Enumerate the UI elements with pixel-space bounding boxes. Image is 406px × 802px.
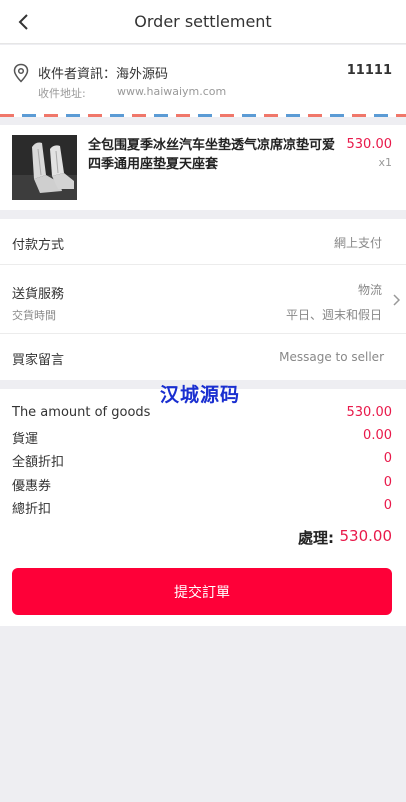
coupon-label: 優惠券 [12,479,52,494]
product-item: 全包围夏季冰丝汽车坐垫透气凉席凉垫可爱四季通用座垫夏天座套 530.00 x1 [0,125,406,210]
product-image [12,135,77,200]
page-title: Order settlement [134,12,272,31]
total-value: 530.00 [339,527,393,545]
delivery-row[interactable]: 送貨服務 物流 交貨時間 平日、週末和假日 [0,265,406,334]
address-card[interactable]: 收件者資訊：海外源码 11111 收件地址: www.haiwaiym.com [0,45,406,117]
address-value: www.haiwaiym.com [117,85,227,98]
goods-amount-label: The amount of goods [12,405,151,420]
freight-value: 0.00 [363,428,392,443]
product-title: 全包围夏季冰丝汽车坐垫透气凉席凉垫可爱四季通用座垫夏天座套 [88,138,336,172]
total-label: 處理: [298,529,334,547]
total-discount-label: 總折扣 [12,502,52,517]
payment-label: 付款方式 [12,238,65,253]
order-options: 付款方式 網上支付 送貨服務 物流 交貨時間 平日、週末和假日 買家留言 Mes… [0,219,406,380]
coupon-value: 0 [383,475,392,490]
chevron-right-icon [393,294,400,306]
delivery-time-label: 交貨時間 [12,309,56,322]
location-pin-icon [13,63,29,83]
delivery-time-value: 平日、週末和假日 [285,308,382,322]
buyer-message-row[interactable]: 買家留言 Message to seller [0,334,406,380]
payment-value: 網上支付 [333,236,382,250]
message-label: 買家留言 [12,353,65,368]
address-label: 收件地址: [38,87,86,100]
total-discount-value: 0 [383,498,392,513]
product-quantity: x1 [378,156,392,169]
product-price: 530.00 [346,137,393,152]
delivery-label: 送貨服務 [12,287,65,302]
submit-order-button[interactable]: 提交訂單 [12,568,392,615]
recipient-name: 海外源码 [116,67,169,82]
freight-label: 貨運 [12,432,39,447]
envelope-stripe [0,114,406,117]
full-discount-label: 全額折扣 [12,455,65,470]
full-discount-value: 0 [383,451,392,466]
recipient-phone: 11111 [346,63,392,78]
goods-amount-value: 530.00 [346,405,393,420]
message-input[interactable]: Message to seller [279,350,384,364]
recipient-label: 收件者資訊： [38,67,117,82]
recipient-info: 收件者資訊：海外源码 [38,63,168,82]
top-bar: Order settlement [0,0,406,44]
delivery-value: 物流 [357,283,382,297]
watermark-text: 汉城源码 [160,384,241,406]
payment-method-row[interactable]: 付款方式 網上支付 [0,219,406,265]
